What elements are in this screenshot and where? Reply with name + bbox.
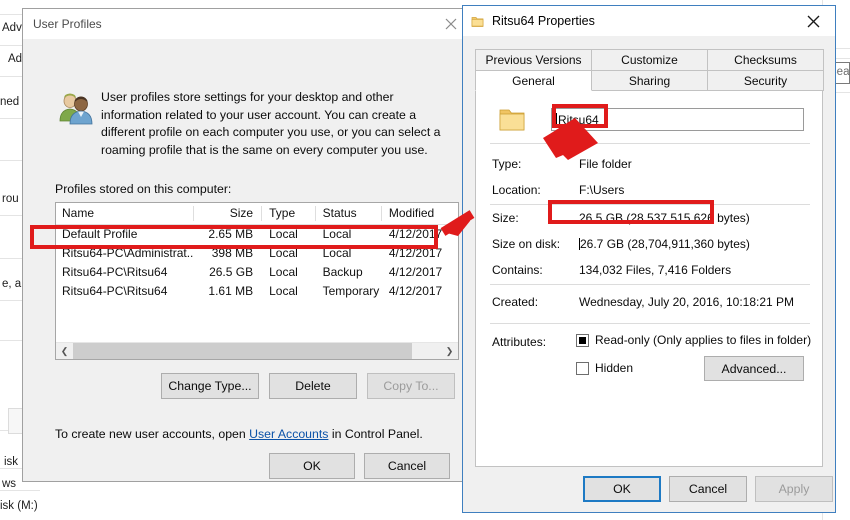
table-row[interactable]: Ritsu64-PC\Administrat... 398 MB Local L… xyxy=(56,244,458,263)
cancel-button[interactable]: Cancel xyxy=(364,453,450,479)
users-icon xyxy=(56,91,96,127)
cell-name: Default Profile xyxy=(62,227,138,241)
size-on-disk-value: 26.7 GB (28,704,911,360 bytes) xyxy=(579,237,750,251)
folder-icon xyxy=(498,107,526,133)
background-fragment: Ad xyxy=(8,53,23,65)
window-title: User Profiles xyxy=(33,17,102,31)
column-header-type[interactable]: Type xyxy=(261,203,315,224)
cell-name: Ritsu64-PC\Administrat... xyxy=(62,246,194,260)
size-on-disk-label: Size on disk: xyxy=(492,237,561,251)
location-value: F:\Users xyxy=(579,183,625,197)
background-fragment: isk xyxy=(4,456,19,468)
readonly-label: Read-only (Only applies to files in fold… xyxy=(595,333,812,347)
readonly-checkbox[interactable]: Read-only (Only applies to files in fold… xyxy=(576,333,811,347)
type-value: File folder xyxy=(579,157,632,171)
ok-button[interactable]: OK xyxy=(269,453,355,479)
created-value: Wednesday, July 20, 2016, 10:18:21 PM xyxy=(579,295,795,309)
apply-button: Apply xyxy=(755,476,833,502)
background-fragment: isk (M:) xyxy=(0,500,38,512)
cell-name: Ritsu64-PC\Ritsu64 xyxy=(62,265,168,279)
advanced-button[interactable]: Advanced... xyxy=(704,356,804,381)
cell-status: Local xyxy=(322,227,352,241)
cell-modified: 4/12/2017 xyxy=(388,265,443,279)
column-header-modified[interactable]: Modified xyxy=(380,203,458,224)
tab-security[interactable]: Security xyxy=(707,70,824,91)
scroll-right-icon[interactable]: ❯ xyxy=(441,343,458,359)
screen: Adv Ad ned rou e, a isk ws isk (M:) Sear… xyxy=(0,0,850,520)
titlebar: Ritsu64 Properties xyxy=(463,6,835,36)
footer-prefix: To create new user accounts, open xyxy=(55,427,250,441)
titlebar: User Profiles xyxy=(23,9,473,39)
cell-status: Backup xyxy=(322,265,363,279)
cell-name: Ritsu64-PC\Ritsu64 xyxy=(62,284,168,298)
location-label: Location: xyxy=(492,183,541,197)
copy-to-button: Copy To... xyxy=(367,373,455,399)
footer-text: To create new user accounts, open User A… xyxy=(55,427,423,441)
checkbox-indeterminate-icon[interactable] xyxy=(576,333,589,347)
table-row[interactable]: Ritsu64-PC\Ritsu64 1.61 MB Local Tempora… xyxy=(56,282,458,301)
horizontal-scrollbar[interactable]: ❮ ❯ xyxy=(56,342,458,359)
background-fragment: Adv xyxy=(2,22,22,34)
window-title: Ritsu64 Properties xyxy=(492,14,595,28)
background-fragment: e, a xyxy=(2,278,22,290)
ok-button[interactable]: OK xyxy=(583,476,661,502)
list-header: Name Size Type Status Modified xyxy=(56,203,458,225)
tab-sharing[interactable]: Sharing xyxy=(591,70,708,91)
user-profiles-dialog: User Profiles User profiles store settin… xyxy=(22,8,474,482)
checkbox-unchecked-icon[interactable] xyxy=(576,361,589,375)
cell-status: Local xyxy=(322,246,352,260)
cell-modified: 4/12/2017 xyxy=(388,227,443,241)
hidden-checkbox[interactable]: Hidden xyxy=(576,361,633,375)
cancel-button[interactable]: Cancel xyxy=(669,476,747,502)
tab-strip: Previous Versions Customize Checksums Ge… xyxy=(475,49,824,91)
tab-customize[interactable]: Customize xyxy=(591,49,708,70)
tab-general[interactable]: General xyxy=(475,70,592,91)
hidden-label: Hidden xyxy=(595,361,634,375)
contains-value: 134,032 Files, 7,416 Folders xyxy=(579,263,732,277)
intro-text: User profiles store settings for your de… xyxy=(101,90,441,157)
user-accounts-link[interactable]: User Accounts xyxy=(249,427,328,441)
folder-icon xyxy=(471,15,484,28)
attributes-label: Attributes: xyxy=(492,335,547,349)
column-header-name[interactable]: Name xyxy=(56,203,193,224)
folder-name-input[interactable]: Ritsu64 xyxy=(551,108,804,131)
cell-modified: 4/12/2017 xyxy=(388,284,443,298)
folder-name-value: Ritsu64 xyxy=(558,112,599,127)
footer-suffix: in Control Panel. xyxy=(328,427,423,441)
cell-size: 398 MB xyxy=(211,246,254,260)
scrollbar-track[interactable] xyxy=(73,343,441,359)
background-fragment: ws xyxy=(2,478,17,490)
delete-button[interactable]: Delete xyxy=(269,373,357,399)
change-type-button[interactable]: Change Type... xyxy=(161,373,259,399)
created-label: Created: xyxy=(492,295,539,309)
cell-type: Local xyxy=(269,246,298,260)
table-row[interactable]: Default Profile 2.65 MB Local Local 4/12… xyxy=(56,225,458,244)
tab-checksums[interactable]: Checksums xyxy=(707,49,824,70)
list-label: Profiles stored on this computer: xyxy=(55,182,232,196)
cell-size: 2.65 MB xyxy=(208,227,254,241)
size-value: 26.5 GB (28,537,515,626 bytes) xyxy=(579,211,750,225)
cell-status: Temporary xyxy=(322,284,380,298)
close-icon[interactable] xyxy=(791,6,835,36)
cell-type: Local xyxy=(269,227,298,241)
cell-size: 26.5 GB xyxy=(209,265,254,279)
properties-dialog: Ritsu64 Properties Previous Versions Cus… xyxy=(462,5,836,513)
size-label: Size: xyxy=(492,211,519,225)
cell-modified: 4/12/2017 xyxy=(388,246,443,260)
tab-previous-versions[interactable]: Previous Versions xyxy=(475,49,592,70)
cell-type: Local xyxy=(269,265,298,279)
scroll-left-icon[interactable]: ❮ xyxy=(56,343,73,359)
type-label: Type: xyxy=(492,157,522,171)
column-header-status[interactable]: Status xyxy=(314,203,381,224)
column-header-size[interactable]: Size xyxy=(193,203,261,224)
table-row[interactable]: Ritsu64-PC\Ritsu64 26.5 GB Local Backup … xyxy=(56,263,458,282)
contains-label: Contains: xyxy=(492,263,543,277)
cell-size: 1.61 MB xyxy=(208,284,254,298)
background-fragment: ned xyxy=(0,96,20,108)
background-fragment: rou xyxy=(2,193,19,205)
scrollbar-thumb[interactable] xyxy=(73,343,412,359)
cell-type: Local xyxy=(269,284,298,298)
profiles-list[interactable]: Name Size Type Status Modified Default P… xyxy=(55,202,459,360)
general-tab-panel: Ritsu64 Type: File folder Location: F:\U… xyxy=(475,90,823,467)
